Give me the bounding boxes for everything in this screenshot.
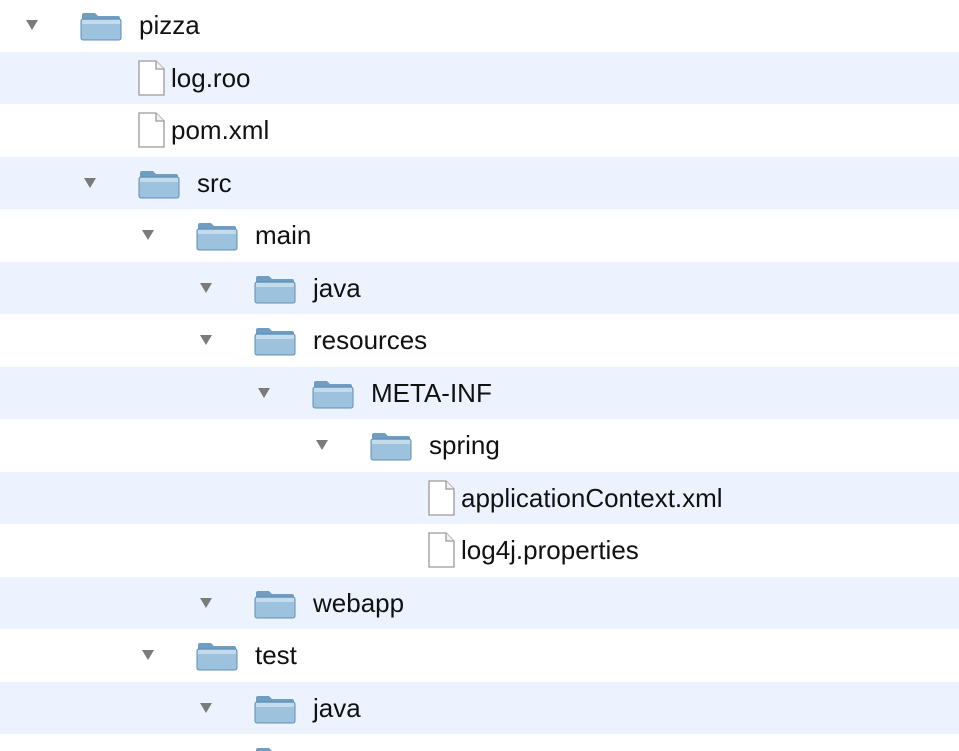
folder-icon (254, 274, 296, 304)
disclosure-triangle-icon[interactable] (258, 387, 270, 398)
item-label: test (255, 640, 297, 670)
folder-row[interactable]: resources (0, 734, 959, 751)
disclosure-triangle-icon[interactable] (316, 440, 328, 450)
disclosure-triangle-icon[interactable] (200, 335, 212, 345)
item-label: log.roo (171, 62, 251, 93)
folder-row[interactable]: META-INF (0, 366, 959, 419)
folder-row[interactable]: src (0, 156, 959, 209)
folder-row[interactable]: webapp (0, 576, 959, 629)
file-row[interactable]: pom.xml (0, 104, 959, 156)
folder-icon (196, 221, 238, 251)
folder-icon (138, 169, 180, 199)
item-label: resources (313, 745, 427, 751)
folder-row[interactable]: resources (0, 314, 959, 366)
item-label: webapp (313, 587, 405, 618)
folder-icon (254, 746, 296, 751)
folder-icon (370, 431, 412, 461)
disclosure-triangle-icon[interactable] (200, 597, 212, 608)
folder-icon (196, 641, 238, 671)
item-label: applicationContext.xml (461, 482, 723, 513)
file-icon (137, 112, 165, 148)
item-label: java (313, 272, 361, 303)
file-row[interactable]: log.roo (0, 51, 959, 104)
folder-icon (80, 11, 122, 41)
item-label: log4j.properties (461, 535, 639, 565)
folder-row[interactable]: java (0, 261, 959, 314)
folder-row[interactable]: test (0, 629, 959, 681)
file-icon (427, 479, 455, 516)
item-label: java (313, 692, 361, 723)
file-row[interactable]: log4j.properties (0, 524, 959, 576)
folder-icon (312, 379, 354, 409)
folder-icon (254, 589, 296, 619)
disclosure-triangle-icon[interactable] (142, 650, 154, 660)
folder-icon (254, 326, 296, 356)
disclosure-triangle-icon[interactable] (200, 282, 212, 293)
item-label: META-INF (371, 377, 492, 408)
folder-row[interactable]: java (0, 681, 959, 734)
disclosure-triangle-icon[interactable] (26, 20, 38, 30)
file-row[interactable]: applicationContext.xml (0, 471, 959, 524)
file-icon (137, 59, 165, 96)
folder-row[interactable]: main (0, 209, 959, 261)
item-label: pom.xml (171, 115, 270, 145)
disclosure-triangle-icon[interactable] (200, 702, 212, 713)
file-icon (427, 532, 455, 568)
item-label: src (197, 167, 232, 198)
disclosure-triangle-icon[interactable] (142, 230, 154, 240)
folder-icon (254, 694, 296, 724)
file-tree: pizza log.roo pom.xml src main java resources M… (0, 0, 959, 751)
item-label: pizza (139, 10, 200, 40)
folder-row[interactable]: spring (0, 419, 959, 471)
folder-row[interactable]: pizza (0, 0, 959, 51)
item-label: spring (429, 430, 500, 460)
item-label: main (255, 220, 312, 250)
item-label: resources (313, 325, 428, 355)
disclosure-triangle-icon[interactable] (84, 177, 96, 188)
